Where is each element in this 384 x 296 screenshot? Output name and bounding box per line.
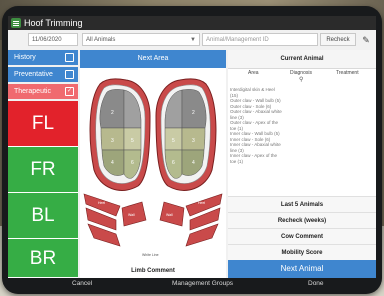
zone-label: 3 [192,138,195,144]
zone-label: 5 [131,138,134,144]
window-title: Hoof Trimming [24,18,83,28]
done-button[interactable]: Done [308,280,324,287]
hoof-fr-button[interactable]: FR [8,147,78,193]
tab-therapeutic[interactable]: Therapeutic ✓ [8,84,78,99]
chevron-down-icon: ▼ [190,37,196,43]
next-area-button[interactable]: Next Area [80,50,226,68]
hoof-fl-button[interactable]: FL [8,101,78,147]
zone-label: 6 [131,160,134,166]
tab-therapeutic-label: Therapeutic [14,88,51,95]
zone-label: 4 [192,160,195,166]
hoof-zone-diagram: 2 3 4 5 6 5 6 2 3 4 Heel Heel Wall Wall … [83,78,223,257]
zone-label: 4 [111,160,114,166]
hoof-bl-button[interactable]: BL [8,193,78,239]
limb-comment-button[interactable]: Limb Comment [80,264,226,278]
app-menu-icon[interactable] [11,18,21,28]
mobility-score-button[interactable]: Mobility Score [228,244,376,261]
zone-label: 3 [111,138,114,144]
column-header-area: Area [248,70,259,76]
app-screen: Hoof Trimming 11/06/2020 All Animals ▼ A… [8,16,376,278]
next-animal-button[interactable]: Next Animal [228,260,376,278]
wall-label: Wall [128,213,135,217]
left-panel: History Preventative Therapeutic ✓ FL FR… [8,50,78,278]
animals-select-value: All Animals [86,37,116,43]
management-groups-button[interactable]: Management Groups [172,280,233,287]
white-line-label: White Line [142,253,159,257]
current-animal-title: Current Animal [228,50,376,69]
history-search[interactable]: ⚲ [228,76,376,84]
current-animal-panel: Current Animal Area Diagnosis Treatment … [228,50,376,278]
column-header-treatment: Treatment [336,70,359,76]
date-field[interactable]: 11/06/2020 [28,33,78,46]
wall-label: Wall [166,213,173,217]
tab-history-label: History [14,54,36,61]
checkbox-icon [65,70,74,79]
tab-preventative[interactable]: Preventative [8,67,78,82]
recheck-button[interactable]: Recheck [320,33,356,46]
bottom-action-bar: Cancel Management Groups Done [8,278,376,292]
animals-select[interactable]: All Animals ▼ [82,33,200,46]
animal-search-input[interactable]: Animal/Management ID [202,33,318,46]
toolbar: 11/06/2020 All Animals ▼ Animal/Manageme… [8,30,376,50]
recheck-weeks-button[interactable]: Recheck (weeks) [228,212,376,229]
tab-history[interactable]: History [8,50,78,65]
zone-label: 2 [111,110,114,116]
checkbox-icon [65,53,74,62]
cow-comment-button[interactable]: Cow Comment [228,228,376,245]
last-5-animals-button[interactable]: Last 5 Animals [228,196,376,213]
title-bar: Hoof Trimming [8,16,376,30]
tab-preventative-label: Preventative [14,71,53,78]
search-icon[interactable]: ⚲ [299,76,303,83]
history-list: Interdigital skin & Heel (15) Outer claw… [230,87,370,164]
hoof-br-button[interactable]: BR [8,239,78,278]
heel-label: Heel [98,201,105,205]
heel-label: Heel [198,201,205,205]
zone-label: 5 [172,138,175,144]
edit-icon[interactable]: ✎ [360,34,372,46]
zone-label: 2 [192,110,195,116]
checked-box-icon: ✓ [65,87,74,96]
list-item[interactable]: toe (1) [230,159,370,165]
zone-label: 6 [172,160,175,166]
cancel-button[interactable]: Cancel [72,280,92,287]
hoof-diagram-panel: Next Area 2 3 4 5 6 5 6 2 3 4 Heel Heel … [80,50,226,278]
